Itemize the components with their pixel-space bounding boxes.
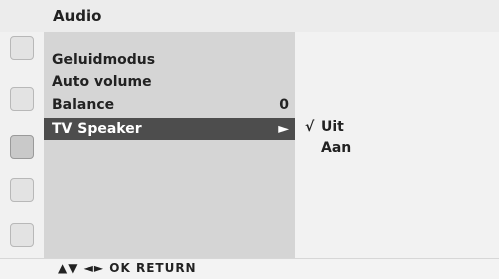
menu-item-geluidmodus[interactable]: Geluidmodus bbox=[44, 49, 295, 71]
option-label: Aan bbox=[321, 140, 352, 156]
menu-list: Geluidmodus Auto volume Balance 0 TV Spe… bbox=[44, 32, 295, 258]
menu-item-balance[interactable]: Balance 0 bbox=[44, 94, 295, 116]
option-label: Uit bbox=[321, 119, 344, 135]
picture-icon[interactable] bbox=[10, 36, 34, 60]
menu-item-label: Geluidmodus bbox=[52, 52, 156, 68]
option-aan[interactable]: Aan bbox=[305, 138, 351, 158]
balance-value: 0 bbox=[279, 97, 289, 113]
lock-icon[interactable] bbox=[10, 223, 34, 247]
menu-item-label: Balance bbox=[52, 97, 115, 113]
menu-item-label: Auto volume bbox=[52, 74, 152, 90]
checkmark-icon: √ bbox=[305, 119, 315, 135]
sidebar bbox=[0, 32, 45, 258]
menu-item-auto-volume[interactable]: Auto volume bbox=[44, 71, 295, 93]
nav-hint: ▲▼ ◄► OK RETURN bbox=[58, 261, 197, 275]
audio-icon[interactable] bbox=[10, 135, 34, 159]
option-uit[interactable]: √ Uit bbox=[305, 117, 344, 137]
submenu-arrow-icon: ► bbox=[278, 121, 289, 137]
tv-osd-frame: Audio Geluidmodus Auto volume Balance 0 … bbox=[0, 0, 499, 279]
clock-icon[interactable] bbox=[10, 178, 34, 202]
menu-header: Audio bbox=[0, 0, 499, 33]
menu-item-label: TV Speaker bbox=[52, 121, 142, 137]
nav-hint-bar: ▲▼ ◄► OK RETURN bbox=[0, 258, 499, 279]
screen-icon[interactable] bbox=[10, 87, 34, 111]
submenu: √ Uit Aan bbox=[295, 32, 499, 258]
menu-item-tv-speaker[interactable]: TV Speaker ► bbox=[44, 118, 295, 140]
page-title: Audio bbox=[53, 7, 102, 25]
